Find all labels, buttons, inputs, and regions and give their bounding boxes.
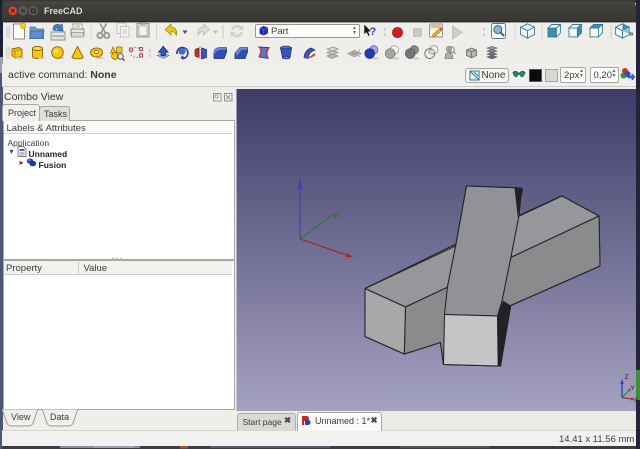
svg-text:»: » — [629, 29, 634, 38]
svg-text:Y: Y — [631, 385, 636, 392]
svg-text:Z: Z — [625, 374, 629, 381]
svg-text:?: ? — [370, 26, 377, 38]
svg-text:X: X — [634, 397, 639, 404]
